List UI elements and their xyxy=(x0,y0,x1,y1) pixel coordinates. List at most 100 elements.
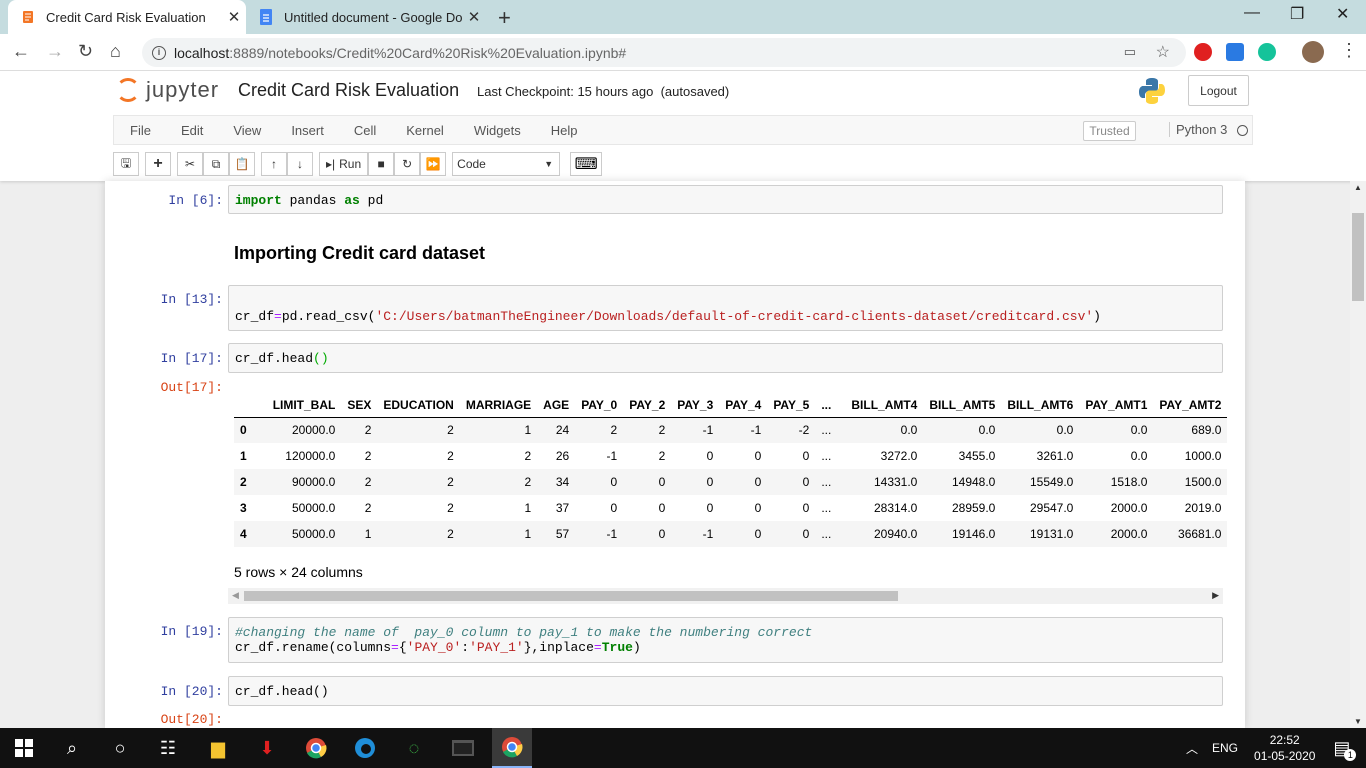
copy-icon[interactable]: ⧉ xyxy=(203,152,229,176)
cortana-icon[interactable]: ○ xyxy=(106,734,134,762)
row-index: 2 xyxy=(240,475,247,489)
back-icon[interactable]: ← xyxy=(12,41,30,62)
cell-prompt: In [20]: xyxy=(160,684,223,699)
language-indicator[interactable]: ENG xyxy=(1212,741,1238,755)
table-cell: 2 xyxy=(447,475,454,489)
scroll-down-icon[interactable]: ▼ xyxy=(1354,717,1362,726)
menu-view[interactable]: View xyxy=(217,123,275,138)
page-vertical-scrollbar[interactable]: ▲ ▼ xyxy=(1350,181,1366,728)
scrollbar-thumb[interactable] xyxy=(1352,213,1364,301)
table-cell: 2 xyxy=(524,475,532,489)
close-window-icon[interactable]: ✕ xyxy=(1336,4,1349,24)
table-header: ... xyxy=(815,393,838,418)
edge-icon[interactable] xyxy=(351,734,379,762)
notebook-toolbar: 🖫 + ✂ ⧉ 📋 ↑ ↓ ▸| Run ■ ↻ ⏩ Code ▼ ⌨ xyxy=(113,151,603,177)
table-row: 1 120000.0 2 2 2 26 -1 2 0 0 0... 3272.0 3455.0 3261.… xyxy=(234,443,1227,469)
dataframe-table: LIMIT_BAL SEX EDUCATION MARRIAGE AGE PAY… xyxy=(234,393,1228,547)
tab-title: Credit Card Risk Evaluation xyxy=(46,9,206,25)
terminal-icon[interactable] xyxy=(449,734,477,762)
code-cell-input[interactable]: cr_df=pd.read_csv('C:/Users/batmanTheEng… xyxy=(228,285,1223,331)
table-cell: 0.0 xyxy=(900,423,918,438)
menu-insert[interactable]: Insert xyxy=(275,123,338,138)
shield-extension-icon[interactable] xyxy=(1226,43,1244,61)
table-cell: 0 xyxy=(754,501,762,515)
table-cell: 0.0 xyxy=(978,423,996,438)
kernel-name: Python 3 xyxy=(1169,122,1227,137)
windows-start-icon[interactable] xyxy=(10,734,38,762)
save-icon[interactable]: 🖫 xyxy=(113,152,139,176)
jupyter-favicon-icon xyxy=(20,9,36,25)
system-tray: ︿ ENG 22:52 01-05-2020 ▤ 1 xyxy=(1186,728,1357,768)
table-cell: 1 xyxy=(364,527,372,541)
loading-app-icon[interactable]: ◌ xyxy=(400,734,428,762)
cell-prompt: In [19]: xyxy=(160,624,223,639)
maximize-icon[interactable]: ❐ xyxy=(1290,4,1304,24)
close-tab-icon[interactable]: ✕ xyxy=(462,8,486,26)
code-cell-input[interactable]: cr_df.head() xyxy=(228,676,1223,706)
cell-type-select[interactable]: Code ▼ xyxy=(452,152,561,176)
tab-google-doc[interactable]: Untitled document - Google Doc ✕ xyxy=(246,0,486,34)
scroll-left-icon[interactable]: ◀ xyxy=(232,590,239,601)
cut-icon[interactable]: ✂ xyxy=(177,152,203,176)
menu-cell[interactable]: Cell xyxy=(338,123,390,138)
task-view-icon[interactable]: ☷ xyxy=(154,734,182,762)
menu-kernel[interactable]: Kernel xyxy=(390,123,458,138)
menu-help[interactable]: Help xyxy=(535,123,592,138)
tab-credit-card[interactable]: Credit Card Risk Evaluation ✕ xyxy=(8,0,246,34)
reload-icon[interactable]: ↻ xyxy=(78,41,93,62)
close-tab-icon[interactable]: ✕ xyxy=(222,8,246,26)
file-explorer-icon[interactable]: ▆ xyxy=(204,734,232,762)
menu-file[interactable]: File xyxy=(114,123,165,138)
table-header: EDUCATION xyxy=(377,393,460,418)
menu-widgets[interactable]: Widgets xyxy=(458,123,535,138)
jupyter-logo[interactable]: jupyter xyxy=(116,77,219,103)
menu-edit[interactable]: Edit xyxy=(165,123,217,138)
site-info-icon[interactable]: i xyxy=(152,45,166,60)
chrome-icon[interactable] xyxy=(302,734,330,762)
output-horizontal-scrollbar[interactable]: ◀ ▶ xyxy=(228,588,1223,604)
interrupt-icon[interactable]: ■ xyxy=(368,152,395,176)
new-tab-icon[interactable]: + xyxy=(498,5,511,31)
code-cell-input[interactable]: cr_df.head() xyxy=(228,343,1223,373)
move-up-icon[interactable]: ↑ xyxy=(261,152,287,176)
forward-icon[interactable]: → xyxy=(46,41,64,62)
bookmark-star-icon[interactable]: ☆ xyxy=(1156,42,1170,62)
restart-icon[interactable]: ↻ xyxy=(394,152,421,176)
cell-prompt: In [17]: xyxy=(160,351,223,366)
docs-favicon-icon xyxy=(258,9,274,25)
restart-run-all-icon[interactable]: ⏩ xyxy=(420,152,447,176)
cast-icon[interactable]: ▭ xyxy=(1124,44,1136,60)
tray-expand-icon[interactable]: ︿ xyxy=(1186,740,1198,757)
paste-icon[interactable]: 📋 xyxy=(229,152,255,176)
code-cell-input[interactable]: #changing the name of pay_0 column to pa… xyxy=(228,617,1223,663)
table-header: BILL_AMT5 xyxy=(923,393,1002,418)
minimize-icon[interactable]: — xyxy=(1244,4,1260,22)
adblock-extension-icon[interactable] xyxy=(1194,43,1212,61)
table-cell: 0 xyxy=(802,527,810,541)
search-icon[interactable]: ⌕ xyxy=(58,734,86,762)
download-manager-icon[interactable]: ⬇ xyxy=(253,734,281,762)
scroll-up-icon[interactable]: ▲ xyxy=(1354,183,1362,192)
scroll-right-icon[interactable]: ▶ xyxy=(1212,590,1219,601)
scrollbar-thumb[interactable] xyxy=(244,591,898,601)
chrome-active-icon[interactable] xyxy=(492,728,532,768)
address-bar[interactable]: i localhost:8889/notebooks/Credit%20Card… xyxy=(142,38,1186,67)
code-cell-input[interactable]: import pandas as pd xyxy=(228,185,1223,214)
table-cell: -2 xyxy=(798,423,810,438)
trusted-indicator[interactable]: Trusted xyxy=(1083,121,1136,141)
browser-menu-icon[interactable]: ⋮ xyxy=(1340,40,1358,61)
run-button[interactable]: ▸| Run xyxy=(319,152,369,176)
keyboard-shortcuts-icon[interactable]: ⌨ xyxy=(570,152,603,176)
url-host: localhost xyxy=(174,44,230,61)
grammarly-extension-icon[interactable] xyxy=(1258,43,1276,61)
table-cell: 1 xyxy=(524,527,532,541)
notifications-icon[interactable]: ▤ 1 xyxy=(1333,738,1357,761)
insert-cell-icon[interactable]: + xyxy=(145,152,171,176)
home-icon[interactable]: ⌂ xyxy=(110,41,121,62)
logout-button[interactable]: Logout xyxy=(1188,75,1249,106)
notebook-title[interactable]: Credit Card Risk Evaluation xyxy=(238,80,459,101)
move-down-icon[interactable]: ↓ xyxy=(287,152,313,176)
profile-avatar[interactable] xyxy=(1302,41,1324,63)
clock[interactable]: 22:52 01-05-2020 xyxy=(1254,732,1315,764)
table-cell: 1500.0 xyxy=(1184,475,1222,489)
